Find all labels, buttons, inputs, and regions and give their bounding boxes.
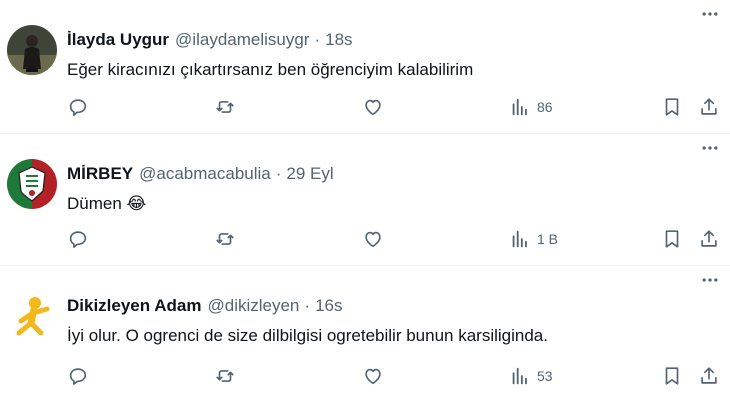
retweet-icon [216, 101, 234, 113]
reply-button[interactable] [67, 95, 89, 119]
username[interactable]: @acabmacabulia [139, 164, 271, 184]
tweet-header: Dikizleyen Adam @dikizleyen · 16s [67, 294, 720, 318]
share-button[interactable] [698, 95, 720, 119]
tweet[interactable]: Dikizleyen Adam @dikizleyen · 16s İyi ol… [0, 266, 730, 420]
tweet-body: Dikizleyen Adam @dikizleyen · 16s İyi ol… [67, 294, 720, 348]
retweet-icon [216, 233, 234, 245]
tweet-body: MİRBEY @acabmacabulia · 29 Eyl Dümen 😂 [67, 162, 720, 216]
avatar[interactable] [7, 25, 57, 75]
heart-icon [365, 231, 381, 248]
tweet-header: MİRBEY @acabmacabulia · 29 Eyl [67, 162, 720, 186]
username[interactable]: @ilaydamelisuygr [175, 30, 309, 50]
timestamp[interactable]: 16s [315, 296, 342, 316]
bookmark-icon [665, 98, 679, 116]
tweet-actions: 53 [67, 364, 720, 388]
heart-icon [365, 368, 381, 385]
separator-dot: · [314, 30, 321, 49]
tweet[interactable]: İlayda Uygur @ilaydamelisuygr · 18s Eğer… [0, 0, 730, 134]
tweet-header: İlayda Uygur @ilaydamelisuygr · 18s [67, 28, 720, 52]
timestamp[interactable]: 18s [325, 30, 352, 50]
username[interactable]: @dikizleyen [207, 296, 299, 316]
retweet-icon [216, 370, 234, 382]
separator-dot: · [304, 296, 311, 315]
views-count: 86 [537, 99, 553, 115]
more-options-icon[interactable] [698, 136, 722, 160]
display-name[interactable]: İlayda Uygur [67, 30, 169, 50]
views-count: 53 [537, 368, 553, 384]
tweet-body: İlayda Uygur @ilaydamelisuygr · 18s Eğer… [67, 28, 720, 82]
like-button[interactable] [362, 227, 384, 251]
retweet-button[interactable] [214, 95, 236, 119]
avatar[interactable] [7, 291, 57, 341]
tweet-text: Dümen 😂 [67, 194, 147, 213]
views-button[interactable]: 1 B [509, 227, 558, 251]
tweet-actions: 86 [67, 95, 720, 119]
display-name[interactable]: MİRBEY [67, 164, 133, 184]
like-button[interactable] [362, 364, 384, 388]
more-options-icon[interactable] [698, 2, 722, 26]
like-button[interactable] [362, 95, 384, 119]
tweet-text: Eğer kiracınızı çıkartırsanız ben öğrenc… [67, 60, 474, 79]
bookmark-button[interactable] [661, 227, 683, 251]
share-icon [701, 367, 717, 384]
views-count: 1 B [537, 231, 559, 247]
views-button[interactable]: 86 [509, 95, 553, 119]
reply-icon [69, 99, 87, 116]
more-options-icon[interactable] [698, 268, 722, 292]
bookmark-button[interactable] [661, 364, 683, 388]
reply-icon [69, 231, 87, 248]
tweet[interactable]: MİRBEY @acabmacabulia · 29 Eyl Dümen 😂 1… [0, 134, 730, 266]
share-button[interactable] [698, 227, 720, 251]
reply-icon [69, 368, 87, 385]
reply-button[interactable] [67, 364, 89, 388]
retweet-button[interactable] [214, 364, 236, 388]
avatar[interactable] [7, 159, 57, 209]
tweet-feed: İlayda Uygur @ilaydamelisuygr · 18s Eğer… [0, 0, 730, 420]
retweet-button[interactable] [214, 227, 236, 251]
reply-button[interactable] [67, 227, 89, 251]
share-icon [701, 98, 717, 115]
views-chart-icon [512, 230, 527, 248]
views-chart-icon [512, 98, 527, 116]
bookmark-icon [665, 367, 679, 385]
heart-icon [365, 99, 381, 116]
timestamp[interactable]: 29 Eyl [286, 164, 333, 184]
views-chart-icon [512, 367, 527, 385]
bookmark-icon [665, 230, 679, 248]
bookmark-button[interactable] [661, 95, 683, 119]
views-button[interactable]: 53 [509, 364, 553, 388]
share-icon [701, 230, 717, 247]
tweet-actions: 1 B [67, 227, 720, 251]
separator-dot: · [275, 164, 282, 183]
share-button[interactable] [698, 364, 720, 388]
display-name[interactable]: Dikizleyen Adam [67, 296, 201, 316]
tweet-text: İyi olur. O ogrenci de size dilbilgisi o… [67, 326, 548, 345]
